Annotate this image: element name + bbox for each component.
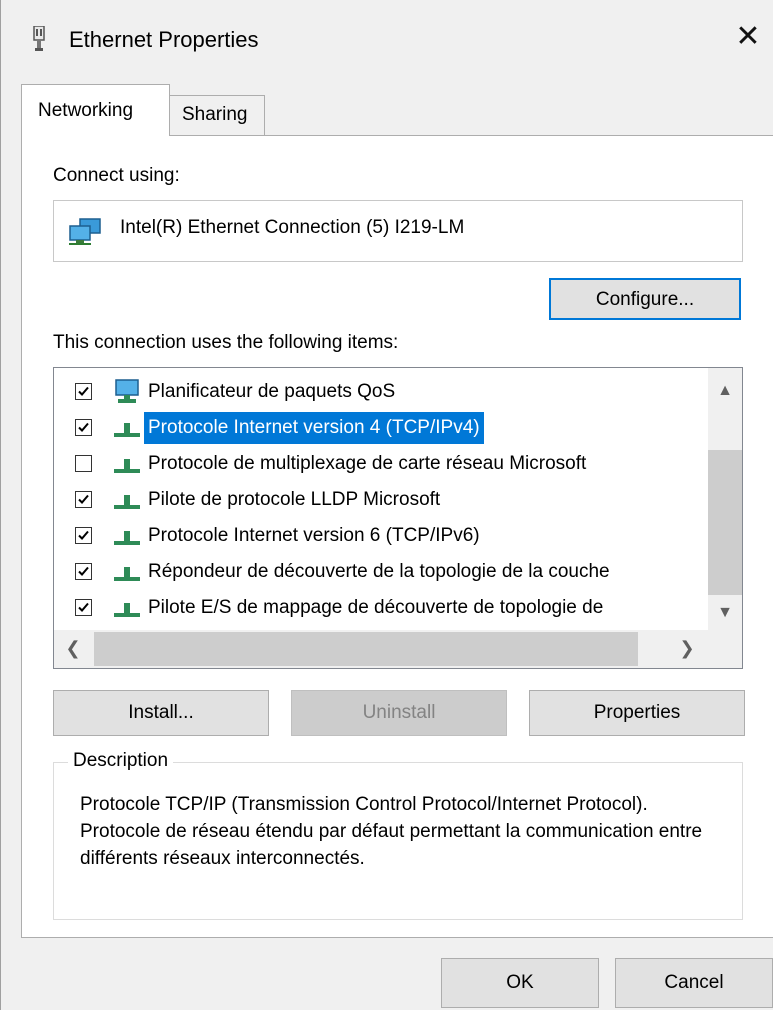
item-label: Pilote de protocole LLDP Microsoft bbox=[148, 489, 441, 510]
network-monitor-icon bbox=[112, 379, 142, 410]
protocol-icon bbox=[112, 559, 142, 590]
item-checkbox[interactable] bbox=[75, 599, 92, 616]
horizontal-scroll-thumb[interactable] bbox=[94, 632, 638, 666]
properties-button[interactable]: Properties bbox=[529, 690, 745, 736]
item-checkbox[interactable] bbox=[75, 419, 92, 436]
item-label: Protocole Internet version 6 (TCP/IPv6) bbox=[148, 525, 480, 546]
horizontal-scrollbar[interactable]: ❮ ❯ bbox=[54, 630, 742, 668]
uninstall-button[interactable]: Uninstall bbox=[291, 690, 507, 736]
item-label: Protocole de multiplexage de carte résea… bbox=[148, 453, 587, 474]
item-checkbox[interactable] bbox=[75, 383, 92, 400]
connect-using-label: Connect using: bbox=[53, 165, 180, 186]
protocol-icon bbox=[112, 595, 142, 626]
list-item[interactable]: Protocole Internet version 4 (TCP/IPv4) bbox=[54, 410, 709, 446]
window-title: Ethernet Properties bbox=[69, 27, 259, 52]
network-adapter-icon bbox=[31, 25, 47, 57]
item-label: Pilote E/S de mappage de découverte de t… bbox=[148, 597, 604, 618]
items-list-label: This connection uses the following items… bbox=[53, 332, 399, 353]
close-icon: ✕ bbox=[735, 20, 761, 53]
ok-button[interactable]: OK bbox=[441, 958, 599, 1008]
chevron-up-icon[interactable]: ▲ bbox=[708, 382, 742, 400]
protocol-icon bbox=[112, 451, 142, 482]
list-item[interactable]: Planificateur de paquets QoS bbox=[54, 374, 709, 410]
item-checkbox[interactable] bbox=[75, 527, 92, 544]
chevron-left-icon[interactable]: ❮ bbox=[58, 638, 88, 659]
install-button[interactable]: Install... bbox=[53, 690, 269, 736]
protocol-icon bbox=[112, 487, 142, 518]
vertical-scrollbar[interactable]: ▲ ▼ bbox=[708, 368, 742, 630]
adapter-field: Intel(R) Ethernet Connection (5) I219-LM bbox=[53, 200, 743, 262]
chevron-right-icon[interactable]: ❯ bbox=[672, 638, 702, 659]
cancel-button[interactable]: Cancel bbox=[615, 958, 773, 1008]
list-item[interactable]: Pilote de protocole LLDP Microsoft bbox=[54, 482, 709, 518]
item-checkbox[interactable] bbox=[75, 563, 92, 580]
description-text: Protocole TCP/IP (Transmission Control P… bbox=[80, 794, 703, 869]
network-adapter-icon bbox=[68, 218, 104, 251]
description-legend: Description bbox=[68, 750, 174, 772]
protocol-icon bbox=[112, 523, 142, 554]
list-item[interactable]: Pilote E/S de mappage de découverte de t… bbox=[54, 590, 709, 626]
configure-button[interactable]: Configure... bbox=[549, 278, 741, 320]
list-item[interactable]: Protocole Internet version 6 (TCP/IPv6) bbox=[54, 518, 709, 554]
item-checkbox[interactable] bbox=[75, 491, 92, 508]
list-item[interactable]: Répondeur de découverte de la topologie … bbox=[54, 554, 709, 590]
list-item[interactable]: Protocole de multiplexage de carte résea… bbox=[54, 446, 709, 482]
item-label: Protocole Internet version 4 (TCP/IPv4) bbox=[144, 412, 484, 444]
tab-networking[interactable]: Networking bbox=[21, 84, 170, 136]
title-bar[interactable]: Ethernet Properties ✕ bbox=[1, 0, 773, 80]
items-list[interactable]: Planificateur de paquets QoS Protocole I… bbox=[53, 367, 743, 669]
item-checkbox[interactable] bbox=[75, 455, 92, 472]
item-label: Répondeur de découverte de la topologie … bbox=[148, 561, 610, 582]
close-button[interactable]: ✕ bbox=[722, 10, 773, 64]
description-group: Description Protocole TCP/IP (Transmissi… bbox=[53, 750, 743, 920]
protocol-icon bbox=[112, 415, 142, 446]
vertical-scroll-thumb[interactable] bbox=[708, 450, 742, 595]
item-label: Planificateur de paquets QoS bbox=[148, 381, 396, 402]
adapter-name: Intel(R) Ethernet Connection (5) I219-LM bbox=[120, 217, 465, 238]
ethernet-properties-dialog: Ethernet Properties ✕ Networking Sharing… bbox=[0, 0, 773, 1010]
tab-sharing[interactable]: Sharing bbox=[169, 95, 265, 136]
chevron-down-icon[interactable]: ▼ bbox=[708, 604, 742, 622]
